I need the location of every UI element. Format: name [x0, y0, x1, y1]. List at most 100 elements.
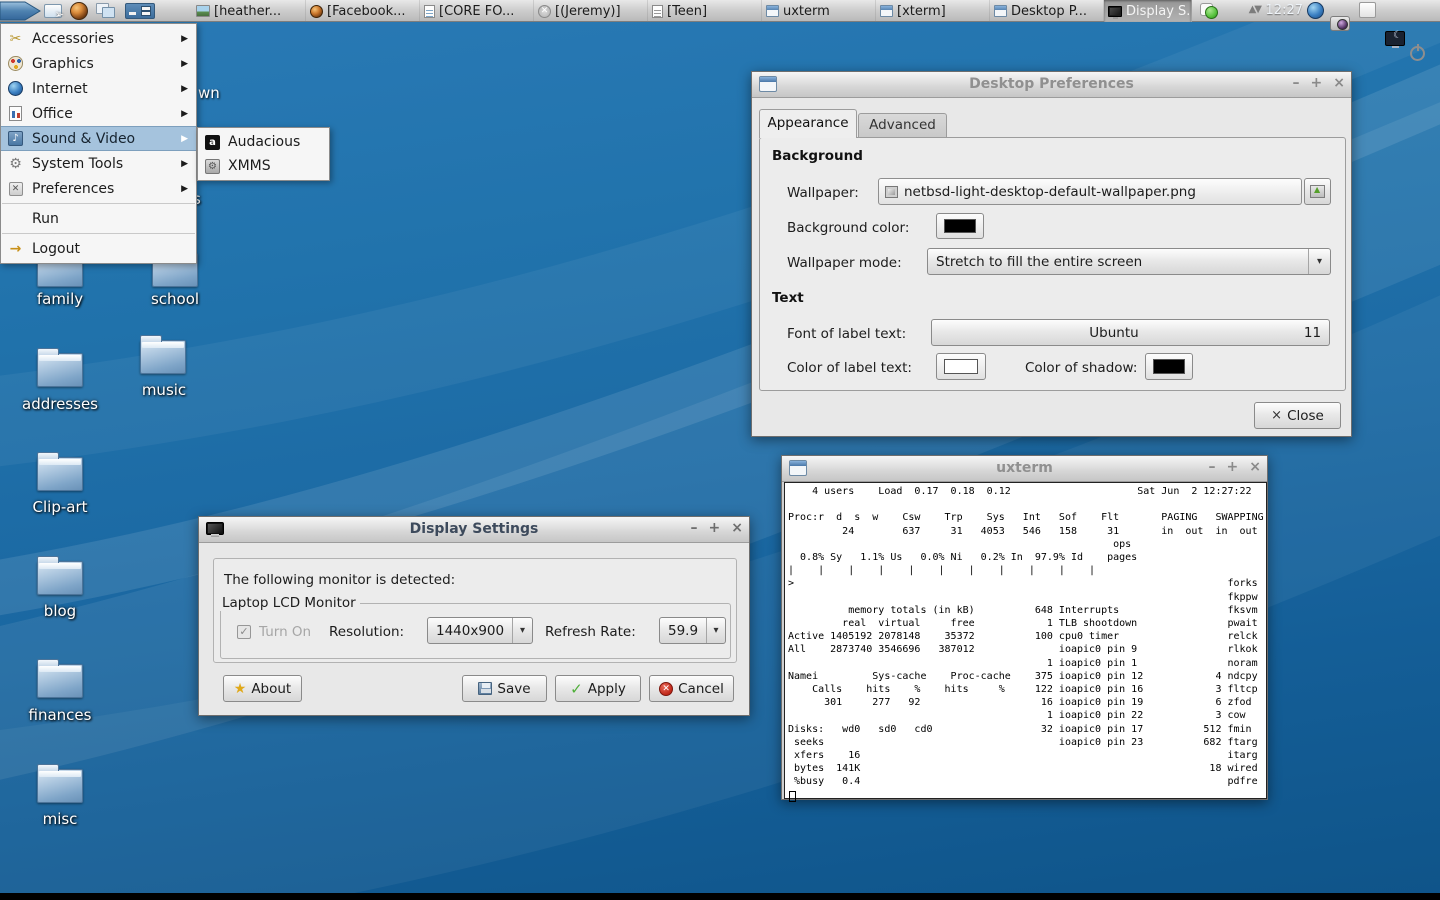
wallpaper-browse-button[interactable]: [1304, 178, 1331, 205]
task-button-jeremy[interactable]: ✕ [(Jeremy)]: [534, 0, 648, 22]
clipboard-applet-icon[interactable]: [1200, 3, 1213, 16]
window-title: Display Settings: [199, 521, 749, 537]
desktop-icon-label[interactable]: finances: [29, 706, 92, 724]
apply-button-label: Apply: [588, 681, 626, 697]
desktop-icon-label[interactable]: blog: [44, 602, 76, 620]
task-button-uxterm[interactable]: uxterm: [762, 0, 876, 22]
network-globe-icon[interactable]: [1307, 2, 1324, 19]
font-select-button[interactable]: Ubuntu: [931, 319, 1297, 346]
label-text-color-button[interactable]: [936, 353, 986, 380]
submenu-arrow-icon: ▶: [181, 184, 190, 194]
terminal-output[interactable]: 4 users Load 0.17 0.18 0.12 Sat Jun 2 12…: [784, 482, 1267, 799]
taskbar-clock[interactable]: 12:27: [1266, 3, 1303, 18]
task-button-xterm[interactable]: [xterm]: [876, 0, 990, 22]
start-menu-button[interactable]: [0, 0, 42, 22]
desktop-icon-blog[interactable]: [37, 561, 83, 595]
desktop-icon-misc[interactable]: [37, 769, 83, 803]
minimize-button[interactable]: –: [1293, 75, 1300, 91]
cancel-icon: ✕: [659, 682, 673, 696]
wallpaper-mode-value: Stretch to fill the entire screen: [928, 254, 1308, 270]
minimize-button[interactable]: –: [691, 520, 698, 536]
refresh-rate-dropdown[interactable]: 59.9 ▾: [659, 617, 726, 644]
wallpaper-thumbnail-icon: [885, 186, 898, 198]
power-icon[interactable]: [1410, 46, 1425, 61]
window-icon: [880, 5, 893, 17]
resolution-dropdown[interactable]: 1440x900 ▾: [427, 617, 533, 644]
folder-icon: [140, 340, 186, 374]
resolution-label: Resolution:: [329, 624, 404, 640]
close-button-label: Close: [1287, 408, 1324, 424]
uxterm-titlebar[interactable]: uxterm – + ×: [782, 456, 1267, 482]
font-label: Font of label text:: [787, 326, 906, 342]
star-icon: ★: [234, 681, 247, 697]
apply-button[interactable]: ✓ Apply: [555, 675, 641, 702]
file-manager-launcher[interactable]: [44, 2, 66, 20]
about-button[interactable]: ★ About: [223, 675, 302, 702]
desktop-preferences-titlebar[interactable]: Desktop Preferences – + ×: [752, 72, 1351, 98]
desktop-icon-label[interactable]: Clip-art: [33, 498, 88, 516]
task-label: [Teen]: [667, 4, 707, 19]
menu-item-graphics[interactable]: Graphics ▶: [1, 51, 196, 76]
save-button[interactable]: Save: [462, 675, 547, 702]
menu-item-preferences[interactable]: ✕ Preferences ▶: [1, 176, 196, 201]
shadow-color-button[interactable]: [1145, 353, 1193, 380]
menu-item-sound-video[interactable]: ♪ Sound & Video ▶: [1, 126, 196, 151]
menu-item-label: Accessories: [32, 31, 173, 47]
minimize-button[interactable]: –: [1209, 459, 1216, 475]
task-button-heather[interactable]: [heather...: [192, 0, 306, 22]
panel-applet-icon[interactable]: [1359, 2, 1376, 18]
background-color-button[interactable]: [936, 213, 984, 239]
maximize-button[interactable]: +: [709, 520, 721, 536]
display-settings-titlebar[interactable]: Display Settings – + ×: [199, 517, 749, 543]
desktop-icon-addresses[interactable]: [37, 353, 83, 387]
wallpaper-mode-label: Wallpaper mode:: [787, 255, 902, 271]
close-button[interactable]: ×: [731, 520, 743, 536]
application-menu: ✂ Accessories ▶ Graphics ▶ Internet ▶ Of…: [0, 23, 197, 264]
wallpaper-mode-dropdown[interactable]: Stretch to fill the entire screen ▾: [927, 248, 1331, 275]
web-browser-launcher[interactable]: [70, 2, 92, 20]
menu-item-system-tools[interactable]: ⚙ System Tools ▶: [1, 151, 196, 176]
maximize-button[interactable]: +: [1311, 75, 1323, 91]
task-button-facebook[interactable]: [Facebook...: [306, 0, 420, 22]
task-button-desktop-preferences[interactable]: Desktop P...: [990, 0, 1104, 22]
desktop-icon-finances[interactable]: [37, 664, 83, 698]
submenu-arrow-icon: ▶: [181, 34, 190, 44]
workspace-pager[interactable]: [125, 3, 155, 19]
tab-appearance[interactable]: Appearance: [759, 109, 857, 138]
submenu-arrow-icon: ▶: [181, 134, 190, 144]
close-button[interactable]: ×: [1333, 75, 1345, 91]
menu-item-logout[interactable]: → Logout: [1, 236, 196, 261]
menu-item-office[interactable]: Office ▶: [1, 101, 196, 126]
save-icon: [478, 682, 492, 695]
menu-item-run[interactable]: Run: [1, 206, 196, 231]
desktop-icon-clip-art[interactable]: [37, 457, 83, 491]
font-size-button[interactable]: 11: [1296, 319, 1330, 346]
desktop-icon-label[interactable]: misc: [43, 810, 78, 828]
screensaver-monitor-icon[interactable]: [1385, 31, 1405, 46]
maximize-button[interactable]: +: [1227, 459, 1239, 475]
desktop-icon-music[interactable]: [140, 340, 186, 374]
submenu-item-audacious[interactable]: a Audacious: [198, 130, 329, 154]
folder-icon: [37, 664, 83, 698]
wallpaper-file-button[interactable]: netbsd-light-desktop-default-wallpaper.p…: [878, 178, 1302, 205]
cancel-button[interactable]: ✕ Cancel: [649, 675, 734, 702]
menu-item-accessories[interactable]: ✂ Accessories ▶: [1, 26, 196, 51]
tab-advanced[interactable]: Advanced: [858, 113, 947, 138]
desktop-icon-label[interactable]: addresses: [22, 395, 98, 413]
close-button[interactable]: ×: [1249, 459, 1261, 475]
network-traffic-icon[interactable]: ▲▼: [1249, 4, 1260, 15]
desktop-icon-label[interactable]: school: [151, 290, 199, 308]
screenshot-camera-icon[interactable]: [1330, 16, 1350, 31]
desktop-icon-label[interactable]: music: [142, 381, 186, 399]
task-button-core[interactable]: [CORE FO...: [420, 0, 534, 22]
terminal-text: 4 users Load 0.17 0.18 0.12 Sat Jun 2 12…: [785, 483, 1266, 791]
close-dialog-button[interactable]: × Close: [1254, 402, 1341, 429]
iconify-windows-button[interactable]: [96, 2, 118, 20]
turn-on-checkbox[interactable]: ✓: [237, 625, 251, 639]
task-button-display-settings[interactable]: Display S...: [1104, 0, 1192, 22]
desktop-icon-label[interactable]: family: [37, 290, 83, 308]
desktop-screen: family school addresses music Clip-art b…: [0, 0, 1440, 900]
submenu-item-xmms[interactable]: ⚙ XMMS: [198, 154, 329, 178]
task-button-teen[interactable]: [Teen]: [648, 0, 762, 22]
menu-item-internet[interactable]: Internet ▶: [1, 76, 196, 101]
